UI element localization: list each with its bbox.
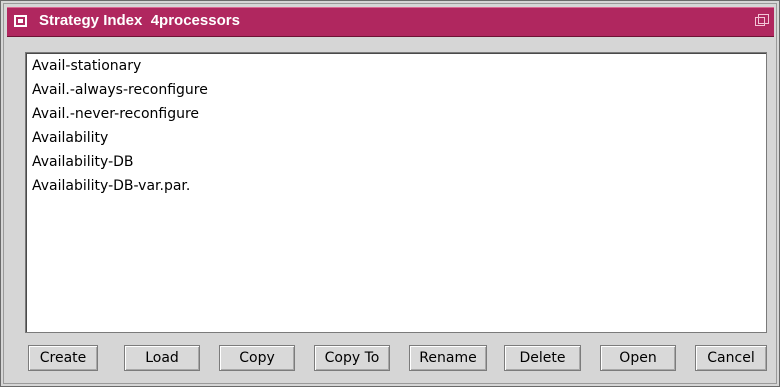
copy-button[interactable]: Copy <box>219 345 295 371</box>
rename-button[interactable]: Rename <box>409 345 487 371</box>
cancel-button[interactable]: Cancel <box>695 345 767 371</box>
window-title: Strategy Index 4processors <box>39 12 240 29</box>
list-item[interactable]: Availability-DB-var.par. <box>32 178 190 200</box>
window-menu-dot <box>18 19 23 23</box>
list-item[interactable]: Availability <box>32 130 108 152</box>
list-item[interactable]: Availability-DB <box>32 154 134 176</box>
list-item[interactable]: Avail.-never-reconfigure <box>32 106 199 128</box>
list-item[interactable]: Avail.-always-reconfigure <box>32 82 208 104</box>
delete-button[interactable]: Delete <box>504 345 581 371</box>
strategy-index-window: Strategy Index 4processors Avail-station… <box>0 0 780 387</box>
window-menu-icon[interactable] <box>14 15 27 27</box>
copy-to-button[interactable]: Copy To <box>314 345 390 371</box>
open-button[interactable]: Open <box>600 345 676 371</box>
maximize-icon[interactable] <box>755 14 769 28</box>
load-button[interactable]: Load <box>124 345 200 371</box>
list-item[interactable]: Avail-stationary <box>32 58 141 80</box>
strategy-list[interactable]: Avail-stationary Avail.-always-reconfigu… <box>25 52 767 333</box>
title-bar[interactable]: Strategy Index 4processors <box>7 7 774 37</box>
create-button[interactable]: Create <box>28 345 98 371</box>
maximize-icon-front <box>755 17 765 26</box>
